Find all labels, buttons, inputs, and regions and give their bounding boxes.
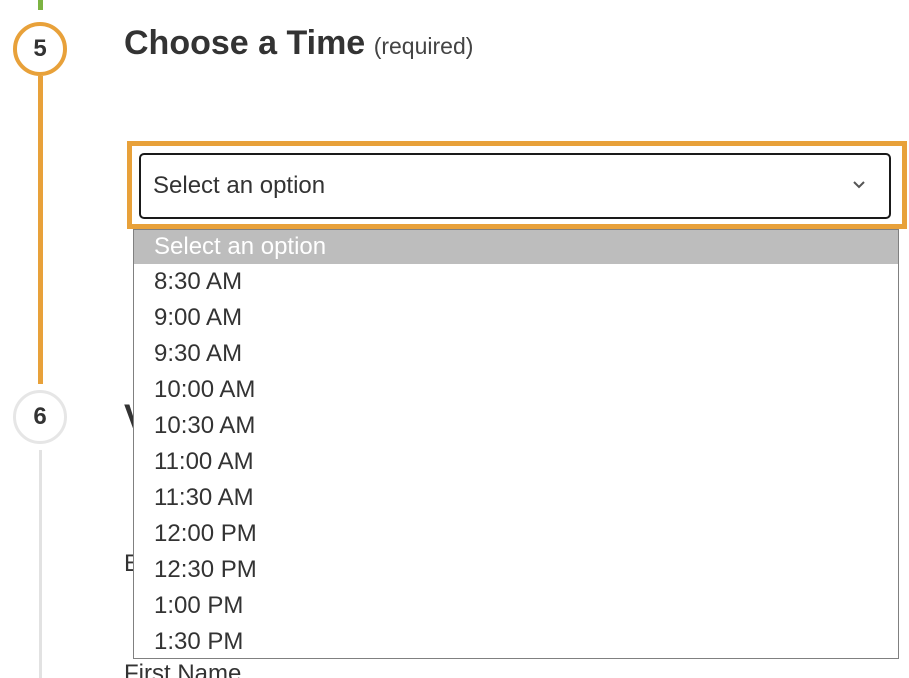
- step-5-number: 5: [33, 35, 47, 62]
- time-option[interactable]: 12:30 PM: [134, 552, 898, 588]
- time-option[interactable]: 11:30 AM: [134, 480, 898, 516]
- step-6-indicator[interactable]: 6: [13, 390, 67, 444]
- time-option[interactable]: 1:30 PM: [134, 624, 898, 658]
- step-5-heading: Choose a Time (required): [124, 24, 473, 63]
- time-option[interactable]: 12:00 PM: [134, 516, 898, 552]
- time-option[interactable]: 9:00 AM: [134, 300, 898, 336]
- chevron-down-icon: [851, 177, 867, 193]
- time-option[interactable]: 11:00 AM: [134, 444, 898, 480]
- step-5-title: Choose a Time: [124, 24, 366, 62]
- active-step-connector: [38, 76, 43, 384]
- inactive-step-connector: [39, 450, 42, 678]
- time-option[interactable]: 8:30 AM: [134, 264, 898, 300]
- step-5-indicator: 5: [13, 22, 67, 76]
- time-select-value: Select an option: [153, 172, 326, 199]
- time-options-list[interactable]: Select an option 8:30 AM 9:00 AM 9:30 AM…: [133, 229, 899, 659]
- time-option[interactable]: 9:30 AM: [134, 336, 898, 372]
- time-option[interactable]: 10:30 AM: [134, 408, 898, 444]
- appointment-form: 5 Choose a Time (required) 6 V E First N…: [0, 0, 909, 678]
- required-qualifier: (required): [373, 33, 474, 59]
- step-6-number: 6: [33, 403, 47, 430]
- first-name-label: First Name: [124, 660, 242, 678]
- time-option[interactable]: 1:00 PM: [134, 588, 898, 624]
- completed-step-connector: [38, 0, 43, 10]
- time-select[interactable]: Select an option: [139, 153, 891, 219]
- time-option[interactable]: 10:00 AM: [134, 372, 898, 408]
- time-option-placeholder[interactable]: Select an option: [134, 230, 898, 264]
